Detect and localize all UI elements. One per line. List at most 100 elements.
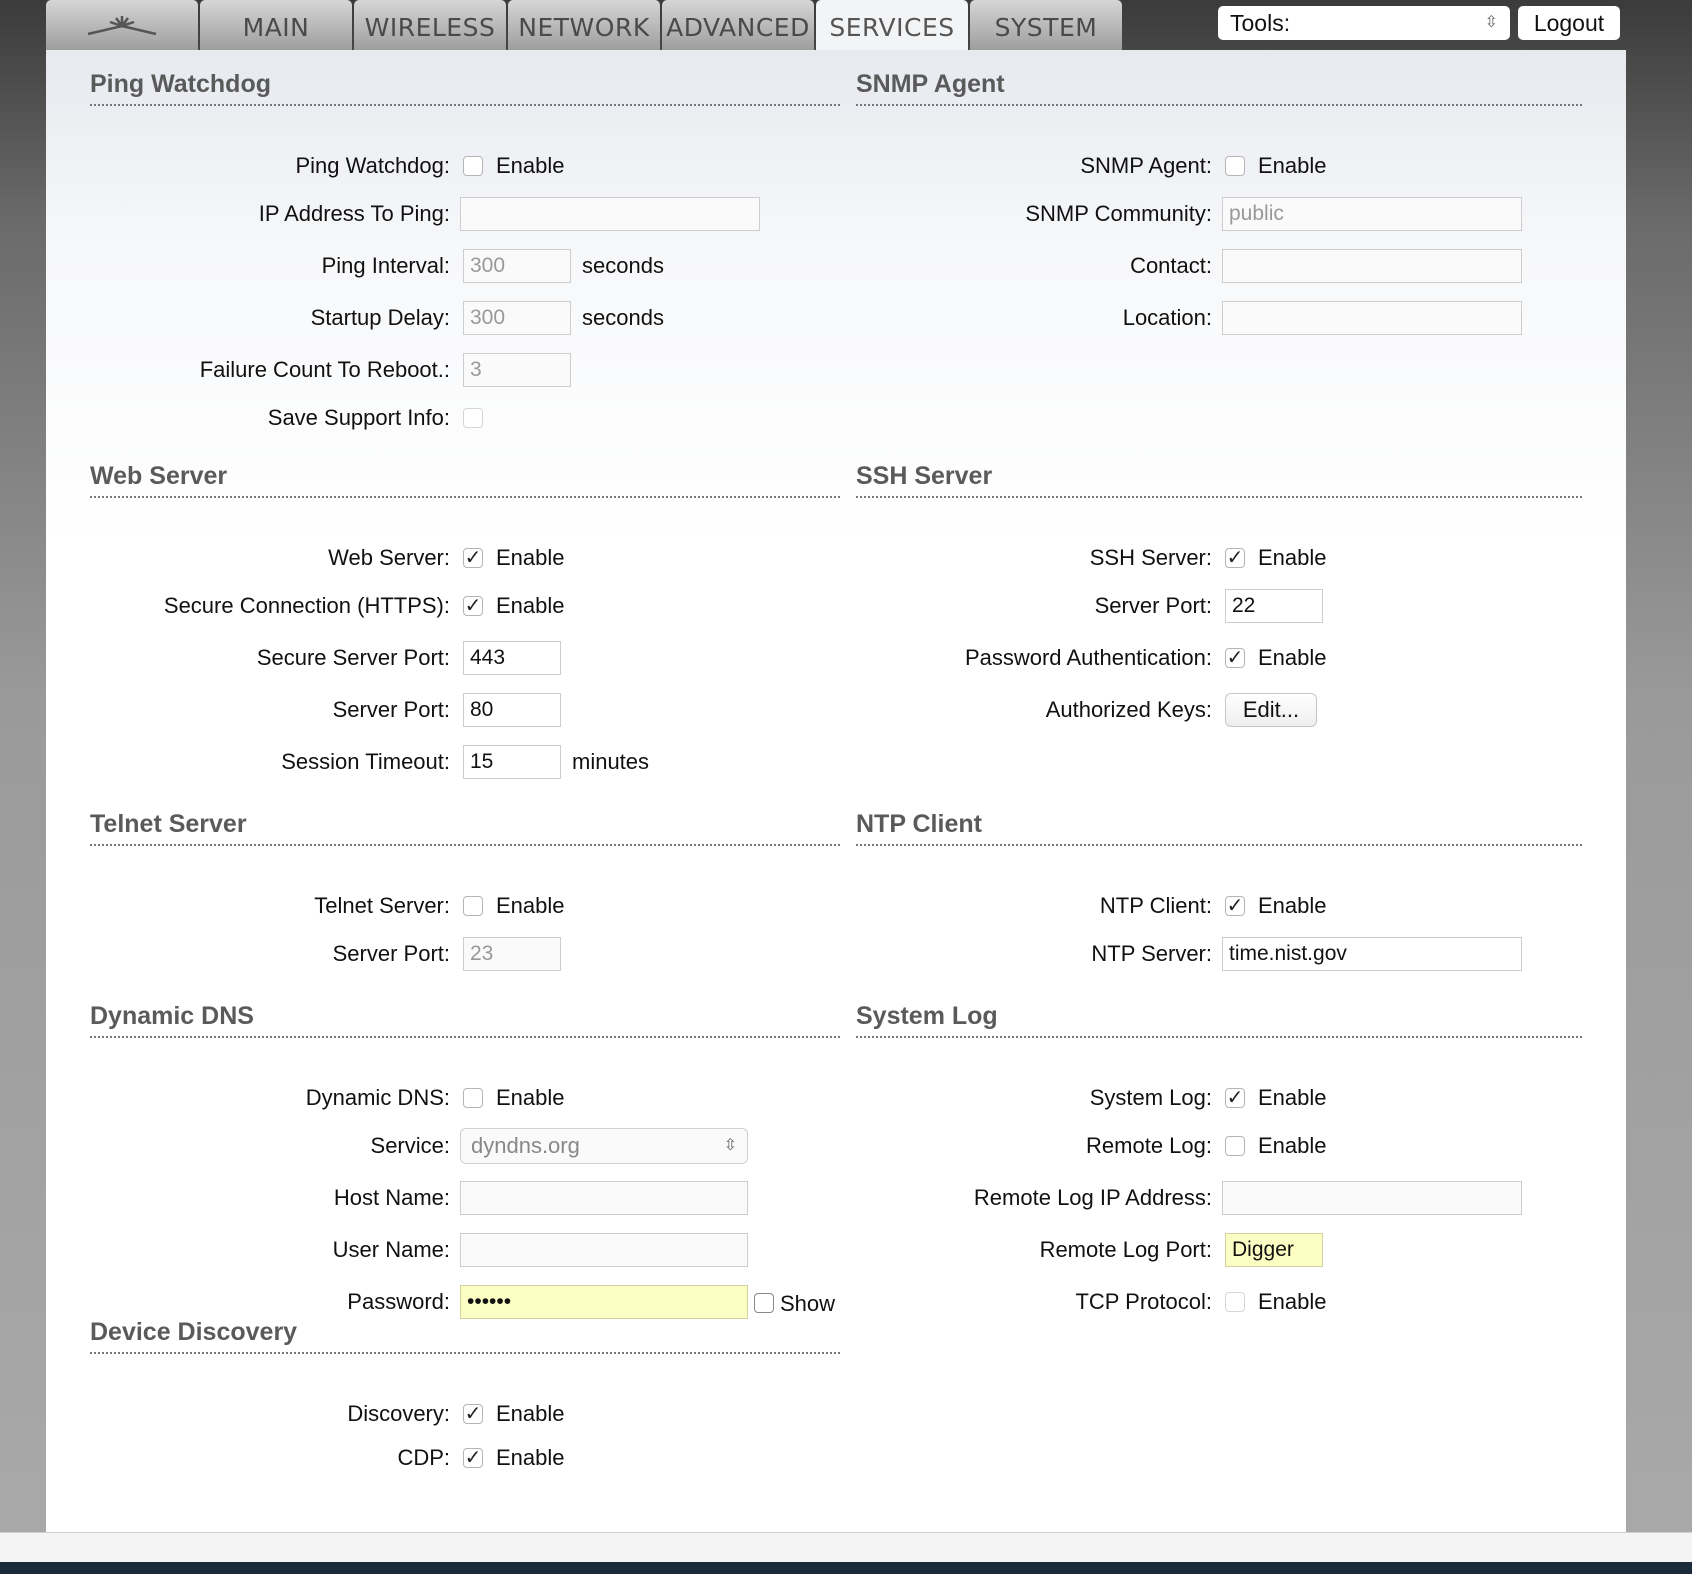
startup-delay-unit: seconds [582,305,664,330]
web-server-checkbox[interactable]: ✓ [463,548,483,568]
dynamic-dns-checkbox[interactable] [463,1088,483,1108]
telnet-port-label: Server Port: [332,941,450,966]
tab-network[interactable]: NETWORK [508,0,660,50]
cdp-enable-text: Enable [496,1445,565,1470]
snmp-agent-enable-text: Enable [1258,153,1327,178]
telnet-port-input[interactable]: 23 [463,937,561,971]
tab-advanced[interactable]: ADVANCED [662,0,814,50]
select-arrows-icon: ⇳ [723,1137,737,1154]
system-log-label: System Log: [1089,1085,1212,1110]
ntp-client-checkbox[interactable]: ✓ [1225,896,1245,916]
dynamic-dns-enable-text: Enable [496,1085,565,1110]
ping-interval-label: Ping Interval: [321,253,450,278]
password-auth-checkbox[interactable]: ✓ [1225,648,1245,668]
tab-services[interactable]: SERVICES [816,0,968,50]
ping-watchdog-checkbox[interactable] [463,156,483,176]
desktop-strip [0,1562,1692,1574]
https-checkbox[interactable]: ✓ [463,596,483,616]
remote-log-enable-text: Enable [1258,1133,1327,1158]
remote-log-label: Remote Log: [1086,1133,1212,1158]
discovery-label: Discovery: [347,1401,450,1426]
secure-port-input[interactable]: 443 [463,641,561,675]
checkmark-icon: ✓ [1226,1087,1244,1109]
web-server-port-label: Server Port: [332,697,450,722]
section-title-ping-watchdog: Ping Watchdog [90,70,840,106]
tcp-protocol-label: TCP Protocol: [1075,1289,1212,1314]
tcp-protocol-checkbox[interactable] [1225,1292,1245,1312]
checkmark-icon: ✓ [1226,895,1244,917]
snmp-community-input[interactable]: public [1222,197,1522,231]
save-support-info-checkbox[interactable] [463,408,483,428]
password-auth-label: Password Authentication: [964,645,1212,670]
services-panel: Ping Watchdog Ping Watchdog: Enable IP A… [46,50,1626,1532]
ddns-password-input[interactable]: •••••• [460,1285,748,1319]
checkmark-icon: ✓ [1226,547,1244,569]
tab-main[interactable]: MAIN [200,0,352,50]
session-timeout-unit: minutes [572,749,650,774]
failure-count-input[interactable]: 3 [463,353,571,387]
ping-interval-input[interactable]: 300 [463,249,571,283]
remote-log-ip-input[interactable] [1222,1181,1522,1215]
checkmark-icon: ✓ [1226,647,1244,669]
secure-port-label: Secure Server Port: [256,645,450,670]
cdp-checkbox[interactable]: ✓ [463,1448,483,1468]
authorized-keys-label: Authorized Keys: [1045,697,1212,722]
web-server-port-input[interactable]: 80 [463,693,561,727]
discovery-enable-text: Enable [496,1401,565,1426]
tab-system[interactable]: SYSTEM [970,0,1122,50]
web-server-enable-text: Enable [496,545,565,570]
section-title-dynamic-dns: Dynamic DNS [90,1002,840,1038]
snmp-location-input[interactable] [1222,301,1522,335]
authorized-keys-edit-button[interactable]: Edit... [1225,693,1317,727]
remote-log-checkbox[interactable] [1225,1136,1245,1156]
startup-delay-input[interactable]: 300 [463,301,571,335]
ddns-service-select[interactable]: dyndns.org ⇳ [460,1128,748,1164]
ddns-host-input[interactable] [460,1181,748,1215]
tab-logo[interactable] [46,0,198,50]
ssh-server-checkbox[interactable]: ✓ [1225,548,1245,568]
ntp-server-label: NTP Server: [1091,941,1212,966]
remote-log-port-label: Remote Log Port: [1039,1237,1212,1262]
ddns-service-label: Service: [370,1133,450,1158]
remote-log-port-input[interactable]: Digger [1225,1233,1323,1267]
startup-delay-label: Startup Delay: [310,305,450,330]
telnet-server-enable-text: Enable [496,893,565,918]
ssh-port-label: Server Port: [1094,593,1212,618]
snmp-agent-label: SNMP Agent: [1080,153,1212,178]
checkmark-icon: ✓ [464,1447,482,1469]
system-log-enable-text: Enable [1258,1085,1327,1110]
tcp-protocol-enable-text: Enable [1258,1289,1327,1314]
checkmark-icon: ✓ [464,547,482,569]
section-title-telnet-server: Telnet Server [90,810,840,846]
ntp-server-input[interactable]: time.nist.gov [1222,937,1522,971]
discovery-checkbox[interactable]: ✓ [463,1404,483,1424]
session-timeout-label: Session Timeout: [281,749,450,774]
tools-select[interactable]: Tools: ⇳ [1218,6,1510,40]
telnet-server-label: Telnet Server: [314,893,450,918]
tab-wireless[interactable]: WIRELESS [354,0,506,50]
https-label: Secure Connection (HTTPS): [163,593,450,618]
ddns-service-value: dyndns.org [471,1133,580,1158]
ntp-client-enable-text: Enable [1258,893,1327,918]
telnet-server-checkbox[interactable] [463,896,483,916]
snmp-contact-label: Contact: [1130,253,1212,278]
ddns-user-input[interactable] [460,1233,748,1267]
ssh-port-input[interactable]: 22 [1225,589,1323,623]
ping-watchdog-label: Ping Watchdog: [295,153,451,178]
ip-to-ping-input[interactable] [460,197,760,231]
ddns-host-label: Host Name: [333,1185,450,1210]
snmp-contact-input[interactable] [1222,249,1522,283]
ip-to-ping-label: IP Address To Ping: [258,201,450,226]
logout-button[interactable]: Logout [1518,6,1620,40]
section-title-snmp-agent: SNMP Agent [856,70,1582,106]
section-title-device-discovery: Device Discovery [90,1318,840,1354]
section-title-ssh-server: SSH Server [856,462,1582,498]
session-timeout-input[interactable]: 15 [463,745,561,779]
section-title-system-log: System Log [856,1002,1582,1038]
system-log-checkbox[interactable]: ✓ [1225,1088,1245,1108]
checkmark-icon: ✓ [464,595,482,617]
save-support-info-label: Save Support Info: [267,405,450,430]
snmp-agent-checkbox[interactable] [1225,156,1245,176]
ssh-server-enable-text: Enable [1258,545,1327,570]
snmp-location-label: Location: [1122,305,1212,330]
